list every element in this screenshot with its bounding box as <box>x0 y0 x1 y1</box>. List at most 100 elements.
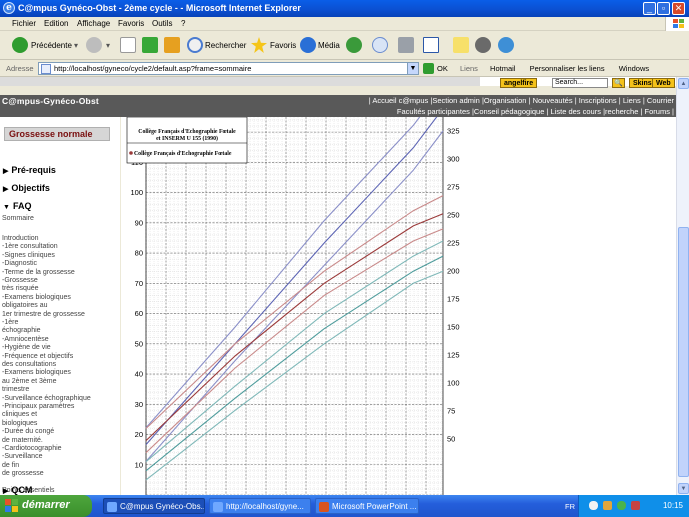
media-button-label[interactable]: Média <box>318 41 340 50</box>
media-icon[interactable] <box>300 37 316 53</box>
scroll-thumb[interactable] <box>678 227 689 477</box>
task-campus[interactable]: C@mpus Gynéco-Obs... <box>103 498 205 514</box>
site-search-input[interactable]: Search... <box>552 78 608 88</box>
print-icon[interactable] <box>398 37 414 53</box>
nav-organisation[interactable]: Organisation <box>484 96 527 105</box>
y-tick-left: 60 <box>135 309 143 318</box>
growth-chart: 1020304050607080901001101205075100125150… <box>121 117 476 495</box>
edit-word-icon[interactable] <box>423 37 439 53</box>
tray-app-icon[interactable] <box>631 501 640 510</box>
menu-affichage[interactable]: Affichage <box>77 19 110 28</box>
title-bar[interactable]: e C@mpus Gynéco-Obst - 2ème cycle - - Mi… <box>0 0 689 17</box>
angelfire-logo[interactable]: angelfire <box>500 78 538 88</box>
y-tick-right: 250 <box>447 211 460 220</box>
legend-line: et INSERM U 155 (1990) <box>156 135 218 142</box>
nav-section-admin[interactable]: Section admin <box>432 96 480 105</box>
nav-qcm[interactable]: ▶ QCM <box>3 485 32 495</box>
faq-item[interactable]: de grossesse <box>2 469 44 478</box>
web-button[interactable]: Web <box>652 78 675 88</box>
link-hotmail[interactable]: Hotmail <box>490 64 515 73</box>
y-tick-left: 30 <box>135 400 143 409</box>
tray-network-icon[interactable] <box>589 501 598 510</box>
link-personnaliser[interactable]: Personnaliser les liens <box>530 64 605 73</box>
nav-recherche[interactable]: recherche <box>605 107 638 116</box>
nav-forums[interactable]: Forums <box>645 107 670 116</box>
curve-series-8 <box>145 255 444 472</box>
nav-conseil[interactable]: Conseil pédagogique <box>474 107 544 116</box>
home-icon[interactable] <box>164 37 180 53</box>
legend-line: Collège Français d'Echographie Fœtale <box>134 151 232 157</box>
clock[interactable]: 10:15 <box>663 501 683 510</box>
minimize-button[interactable]: _ <box>643 2 656 15</box>
sommaire-label: Sommaire <box>2 215 34 222</box>
nav-inscriptions[interactable]: Inscriptions <box>579 96 617 105</box>
taskbar: démarrer C@mpus Gynéco-Obs... http://loc… <box>0 495 689 517</box>
site-nav-primary: C@mpus-Gynéco-Obst | Accueil c@mpus |Sec… <box>0 95 676 106</box>
forward-dropdown-icon[interactable]: ▾ <box>106 41 110 50</box>
back-dropdown-icon[interactable]: ▾ <box>74 41 78 50</box>
menu-bar: Fichier Edition Affichage Favoris Outils… <box>0 17 689 31</box>
nav-faq[interactable]: ▼ FAQ <box>3 201 31 211</box>
favorites-button-label[interactable]: Favoris <box>270 41 296 50</box>
forward-arrow-icon[interactable] <box>86 37 102 53</box>
mail-icon[interactable] <box>372 37 388 53</box>
nav-nouveautes[interactable]: Nouveautés <box>533 96 573 105</box>
maximize-button[interactable]: ▫ <box>657 2 670 15</box>
folder-icon[interactable] <box>453 37 469 53</box>
back-button-label[interactable]: Précédente <box>31 41 72 50</box>
nav-liste-cours[interactable]: Liste des cours <box>551 107 601 116</box>
address-url[interactable]: http://localhost/gyneco/cycle2/default.a… <box>54 64 251 73</box>
close-button[interactable]: ✕ <box>672 2 685 15</box>
menu-outils[interactable]: Outils <box>152 19 172 28</box>
language-indicator[interactable]: FR <box>565 502 575 511</box>
start-button[interactable]: démarrer <box>0 495 92 517</box>
stop-icon[interactable] <box>120 37 136 53</box>
legend-marker <box>129 151 133 155</box>
task-localhost[interactable]: http://localhost/gyne... <box>209 498 311 514</box>
menu-fichier[interactable]: Fichier <box>12 19 36 28</box>
content-margin <box>476 117 676 495</box>
y-tick-left: 70 <box>135 279 143 288</box>
powerpoint-icon <box>319 502 329 512</box>
menu-help[interactable]: ? <box>181 19 185 28</box>
nav-courrier[interactable]: Courrier <box>647 96 674 105</box>
nav-facultes[interactable]: Facultés participantes <box>397 107 470 116</box>
links-label: Liens <box>460 64 478 73</box>
go-arrow-icon <box>423 63 434 74</box>
vertical-scrollbar[interactable]: ▲ ▼ <box>676 77 689 495</box>
messenger-icon[interactable] <box>498 37 514 53</box>
y-tick-left: 90 <box>135 218 143 227</box>
history-icon[interactable] <box>346 37 362 53</box>
site-brand: C@mpus-Gynéco-Obst <box>2 96 99 106</box>
site-nav-links: | Accueil c@mpus |Section admin |Organis… <box>368 96 674 105</box>
y-tick-left: 100 <box>130 188 143 197</box>
search-icon[interactable] <box>187 37 203 53</box>
nav-objectifs[interactable]: ▶ Objectifs <box>3 183 50 193</box>
favorites-star-icon[interactable] <box>251 37 267 53</box>
address-dropdown-icon[interactable]: ▼ <box>407 63 418 74</box>
refresh-icon[interactable] <box>142 37 158 53</box>
go-button[interactable]: OK <box>423 63 451 75</box>
search-go-icon[interactable]: 🔍 <box>612 78 625 88</box>
page-icon <box>41 64 51 74</box>
y-tick-right: 100 <box>447 379 460 388</box>
scroll-up-icon[interactable]: ▲ <box>678 78 689 89</box>
tray-messenger-icon[interactable] <box>617 501 626 510</box>
tray-volume-icon[interactable] <box>603 501 612 510</box>
menu-favoris[interactable]: Favoris <box>118 19 144 28</box>
scroll-down-icon[interactable]: ▼ <box>678 483 689 494</box>
menu-edition[interactable]: Edition <box>44 19 68 28</box>
y-tick-right: 225 <box>447 239 460 248</box>
ie-icon <box>107 502 117 512</box>
task-powerpoint[interactable]: Microsoft PowerPoint ... <box>315 498 419 514</box>
nav-prerequis[interactable]: ▶ Pré-requis <box>3 165 56 175</box>
nav-accueil[interactable]: Accueil c@mpus <box>372 96 428 105</box>
link-windows[interactable]: Windows <box>619 64 649 73</box>
back-arrow-icon[interactable] <box>12 37 28 53</box>
discuss-icon[interactable] <box>475 37 491 53</box>
address-input[interactable]: http://localhost/gyneco/cycle2/default.a… <box>38 62 419 75</box>
search-button-label[interactable]: Rechercher <box>205 41 246 50</box>
nav-liens[interactable]: Liens <box>623 96 641 105</box>
y-tick-left: 80 <box>135 249 143 258</box>
system-tray: FR 10:15 <box>565 495 689 517</box>
